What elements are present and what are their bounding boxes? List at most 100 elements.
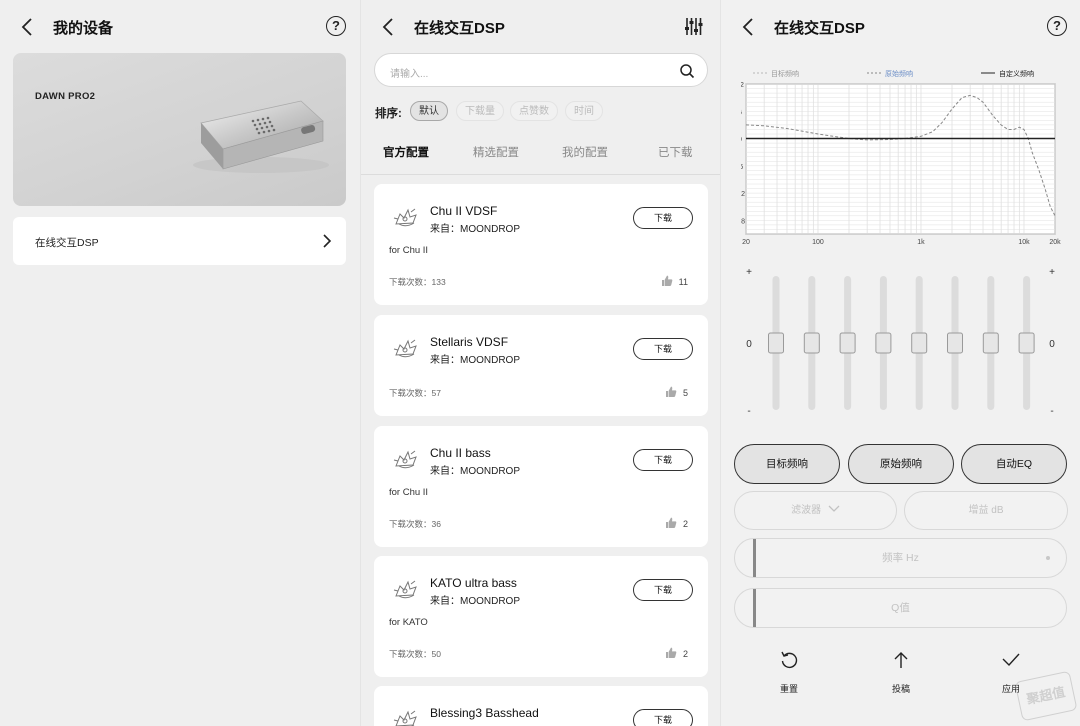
frequency-slider[interactable]: 频率 Hz	[734, 538, 1067, 578]
y-tick-label: -6	[741, 164, 743, 171]
header: 我的设备 ?	[0, 0, 360, 54]
thumbs-up-icon	[665, 517, 677, 528]
back-button[interactable]	[739, 16, 759, 38]
download-button[interactable]: 下载	[633, 709, 693, 726]
tab-mine[interactable]: 我的配置	[562, 144, 608, 160]
eq-band-handle[interactable]	[947, 332, 963, 354]
eq-band-handle[interactable]	[803, 332, 820, 354]
back-button[interactable]	[18, 16, 38, 38]
slider-end-dot	[1046, 556, 1050, 560]
moondrop-logo-icon	[391, 337, 421, 361]
eq-band-handle[interactable]	[768, 332, 784, 354]
tab-featured[interactable]: 精选配置	[473, 144, 519, 160]
tab-official[interactable]: 官方配置	[383, 144, 429, 160]
x-tick-label: 100	[812, 239, 824, 246]
download-button[interactable]: 下载	[633, 449, 693, 471]
config-name: KATO ultra bass	[430, 576, 517, 590]
moondrop-logo-icon	[391, 448, 421, 472]
config-card[interactable]: KATO ultra bass 来自：MOONDROP for KATO 下载次数：5…	[374, 556, 708, 677]
like-button[interactable]: 2	[665, 517, 688, 529]
original-response-button[interactable]: 原始频响	[848, 444, 954, 484]
gain-max-label: +	[1049, 267, 1055, 278]
tab-downloaded[interactable]: 已下载	[658, 144, 693, 160]
sort-downloads[interactable]: 下载量	[456, 101, 504, 121]
frequency-label: 频率 Hz	[882, 552, 919, 564]
y-tick-label: 12	[741, 82, 744, 89]
thumbs-up-icon	[661, 275, 673, 286]
chevron-left-icon	[21, 18, 32, 36]
sort-likes[interactable]: 点赞数	[510, 101, 558, 121]
search-placeholder: 请输入...	[390, 69, 429, 80]
download-count: 下载次数：50	[389, 649, 441, 659]
config-card[interactable]: Chu II bass 来自：MOONDROP for Chu II 下载次数：36 2…	[374, 426, 708, 547]
eq-band-handle[interactable]	[1018, 332, 1035, 354]
help-icon[interactable]: ?	[1047, 16, 1067, 36]
eq-band-handle[interactable]	[982, 332, 999, 354]
device-card[interactable]: DAWN PRO2	[13, 53, 346, 206]
header: 在线交互DSP ?	[721, 0, 1080, 54]
submit-button[interactable]: 投稿	[871, 650, 931, 695]
tab-divider	[361, 174, 720, 175]
like-count: 2	[682, 649, 688, 659]
eq-band-handle[interactable]	[839, 332, 856, 354]
config-name: Chu II VDSF	[430, 204, 498, 218]
download-button[interactable]: 下载	[633, 338, 693, 360]
help-icon[interactable]: ?	[326, 16, 346, 36]
like-button[interactable]: 5	[665, 386, 688, 398]
filter-label: 滤波器	[791, 505, 822, 516]
slider-handle[interactable]	[753, 589, 756, 627]
slider-handle[interactable]	[753, 539, 756, 577]
download-button[interactable]: 下载	[633, 579, 693, 601]
legend-label: 目标频响	[771, 69, 799, 78]
search-input[interactable]: 请输入...	[374, 53, 708, 87]
eq-band-handle[interactable]	[911, 332, 928, 354]
x-tick-label: 20	[742, 239, 750, 246]
target-response-button[interactable]: 目标频响	[734, 444, 840, 484]
like-button[interactable]: 2	[665, 647, 688, 659]
eq-band-handle[interactable]	[875, 332, 892, 354]
reset-button[interactable]: 重置	[759, 650, 819, 695]
chevron-down-icon	[828, 505, 840, 512]
page-title: 在线交互DSP	[774, 20, 865, 37]
chevron-left-icon	[742, 18, 753, 36]
legend-label: 原始频响	[885, 69, 913, 78]
x-tick-label: 10k	[1018, 239, 1030, 246]
chevron-left-icon	[382, 18, 393, 36]
config-name: Chu II bass	[430, 446, 491, 460]
my-devices-panel: 我的设备 ? DAWN PRO2 在线交互DSP	[0, 0, 360, 726]
sort-time[interactable]: 时间	[565, 101, 603, 121]
gain-zero-label: 0	[1049, 339, 1055, 350]
q-label: Q值	[891, 602, 910, 614]
sort-default[interactable]: 默认	[410, 101, 448, 121]
download-button[interactable]: 下载	[633, 207, 693, 229]
submit-label: 投稿	[891, 684, 910, 694]
q-slider[interactable]: Q值	[734, 588, 1067, 628]
legend-label: 自定义频响	[999, 69, 1034, 78]
config-name: Blessing3 Basshead	[430, 706, 539, 720]
reset-label: 重置	[779, 684, 798, 694]
like-count: 5	[682, 388, 688, 398]
sort-label: 排序:	[375, 108, 402, 120]
gain-max-label: +	[746, 267, 752, 278]
online-dsp-menu-item[interactable]: 在线交互DSP	[13, 217, 346, 265]
x-tick-label: 20k	[1049, 239, 1061, 246]
y-tick-label: 0	[741, 137, 742, 144]
page-title: 我的设备	[53, 20, 114, 37]
equalizer-icon[interactable]	[685, 17, 703, 36]
back-button[interactable]	[379, 16, 399, 38]
config-description: for Chu II	[389, 487, 429, 498]
config-card[interactable]: Stellaris VDSF 来自：MOONDROP 下载次数：57 5 下载	[374, 315, 708, 416]
download-count: 下载次数：36	[389, 519, 441, 529]
auto-eq-button[interactable]: 自动EQ	[961, 444, 1067, 484]
config-card[interactable]: Chu II VDSF 来自：MOONDROP for Chu II 下载次数：133…	[374, 184, 708, 305]
config-card[interactable]: Blessing3 Basshead 下载	[374, 686, 708, 726]
dongle-image	[193, 100, 329, 173]
y-tick-label: -12	[741, 191, 745, 198]
gain-field[interactable]: 增益 dB	[904, 491, 1068, 530]
thumbs-up-icon	[665, 647, 677, 658]
search-icon[interactable]	[679, 63, 695, 79]
arrow-up-icon	[894, 652, 908, 668]
filter-select[interactable]: 滤波器	[734, 491, 897, 530]
like-button[interactable]: 11	[661, 275, 688, 287]
check-icon	[1002, 653, 1020, 667]
